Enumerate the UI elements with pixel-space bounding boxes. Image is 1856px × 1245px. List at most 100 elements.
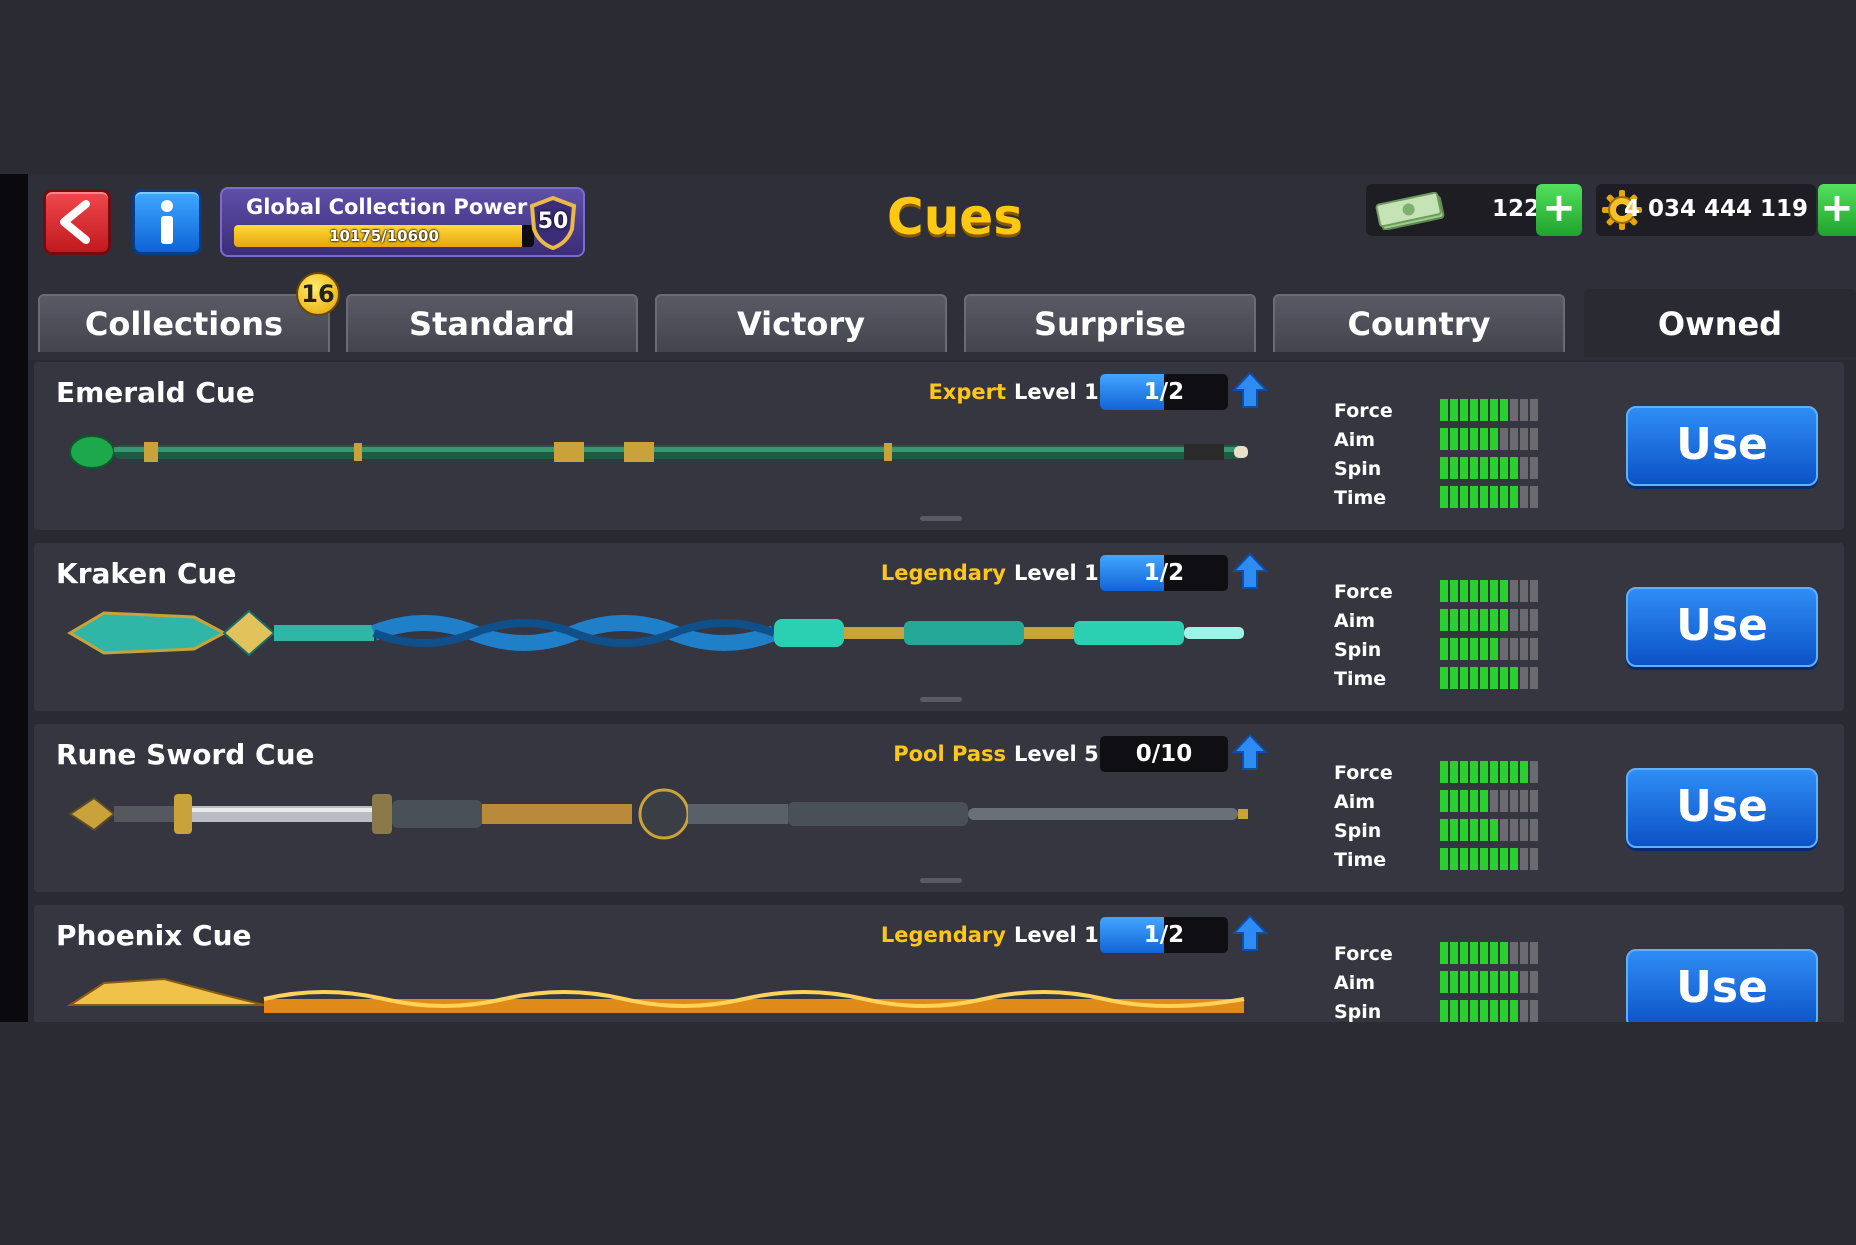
- cue-name: Kraken Cue: [56, 557, 237, 590]
- force-stat-bar: [1440, 580, 1538, 602]
- stat-segment-filled: [1460, 848, 1468, 870]
- stat-segment-filled: [1450, 790, 1458, 812]
- stat-label: Force: [1334, 581, 1393, 603]
- stat-segment-filled: [1450, 761, 1458, 783]
- cash-amount: 122: [1491, 196, 1540, 222]
- spin-stat-bar: [1440, 457, 1538, 479]
- stat-segment-empty: [1530, 638, 1538, 660]
- stat-segment-empty: [1520, 486, 1528, 508]
- use-button[interactable]: Use: [1626, 587, 1818, 667]
- stat-segment-filled: [1510, 457, 1518, 479]
- tab-victory[interactable]: Victory: [655, 294, 947, 352]
- aim-stat-bar: [1440, 790, 1538, 812]
- upgrade-arrow-icon[interactable]: [1230, 370, 1270, 410]
- tab-standard[interactable]: Standard: [346, 294, 638, 352]
- stat-time: Time: [1334, 664, 1538, 693]
- stat-label: Spin: [1334, 1001, 1382, 1022]
- cue-list[interactable]: Emerald Cue Expert Level 1 1/2 Force Aim…: [28, 360, 1856, 1022]
- stat-segment-filled: [1510, 667, 1518, 689]
- stat-segment-filled: [1490, 428, 1498, 450]
- stat-aim: Aim: [1334, 425, 1538, 454]
- stat-segment-filled: [1480, 580, 1488, 602]
- page-title: Cues: [887, 188, 1023, 246]
- cue-level: Level 5: [1014, 742, 1099, 766]
- add-cash-button[interactable]: +: [1536, 184, 1582, 236]
- back-button[interactable]: [43, 189, 111, 255]
- stat-segment-empty: [1520, 942, 1528, 964]
- card-handle: [920, 878, 962, 883]
- cue-level: Level 1: [1014, 380, 1099, 404]
- stat-segment-empty: [1530, 609, 1538, 631]
- force-stat-bar: [1440, 399, 1538, 421]
- stat-segment-empty: [1510, 942, 1518, 964]
- stat-segment-empty: [1530, 580, 1538, 602]
- stat-segment-filled: [1470, 486, 1478, 508]
- stat-segment-filled: [1490, 580, 1498, 602]
- cue-upgrade-progress: 1/2: [1100, 555, 1228, 591]
- stat-segment-filled: [1460, 638, 1468, 660]
- stat-segment-filled: [1440, 428, 1448, 450]
- cue-upgrade-progress: 1/2: [1100, 917, 1228, 953]
- tab-surprise[interactable]: Surprise: [964, 294, 1256, 352]
- tab-collections[interactable]: Collections: [38, 294, 330, 352]
- stat-segment-filled: [1490, 609, 1498, 631]
- stat-segment-empty: [1520, 457, 1528, 479]
- upgrade-arrow-icon[interactable]: [1230, 913, 1270, 953]
- cue-name: Phoenix Cue: [56, 919, 252, 952]
- stat-force: Force: [1334, 577, 1538, 606]
- stat-segment-filled: [1490, 761, 1498, 783]
- use-button[interactable]: Use: [1626, 406, 1818, 486]
- spin-stat-bar: [1440, 1000, 1538, 1022]
- stat-segment-empty: [1520, 790, 1528, 812]
- stat-segment-filled: [1500, 580, 1508, 602]
- stat-segment-filled: [1480, 1000, 1488, 1022]
- stat-segment-empty: [1520, 399, 1528, 421]
- stat-segment-filled: [1490, 848, 1498, 870]
- cue-rarity: Legendary: [880, 923, 1006, 947]
- stat-segment-filled: [1470, 971, 1478, 993]
- stat-segment-empty: [1510, 819, 1518, 841]
- stat-segment-filled: [1500, 942, 1508, 964]
- tab-country[interactable]: Country: [1273, 294, 1565, 352]
- stat-segment-filled: [1440, 1000, 1448, 1022]
- upgrade-arrow-icon[interactable]: [1230, 732, 1270, 772]
- stat-segment-filled: [1450, 457, 1458, 479]
- force-stat-bar: [1440, 942, 1538, 964]
- cash-icon: [1375, 192, 1445, 230]
- add-coins-button[interactable]: +: [1818, 184, 1856, 236]
- stat-segment-filled: [1470, 819, 1478, 841]
- stat-segment-filled: [1450, 848, 1458, 870]
- cash-display: 122: [1366, 184, 1546, 236]
- stat-segment-filled: [1470, 609, 1478, 631]
- cue-card-phoenix: Phoenix Cue Legendary Level 1 1/2 Force: [32, 903, 1846, 1022]
- upgrade-arrow-icon[interactable]: [1230, 551, 1270, 591]
- cue-upgrade-value: 1/2: [1143, 922, 1185, 948]
- stat-segment-filled: [1480, 848, 1488, 870]
- stat-segment-empty: [1530, 761, 1538, 783]
- stat-segment-empty: [1510, 638, 1518, 660]
- stat-segment-filled: [1470, 761, 1478, 783]
- info-button[interactable]: [132, 189, 202, 255]
- global-collection-power[interactable]: Global Collection Power 10175/10600 50: [220, 187, 585, 257]
- stat-segment-filled: [1440, 638, 1448, 660]
- stat-segment-filled: [1470, 428, 1478, 450]
- stat-segment-filled: [1480, 609, 1488, 631]
- cue-card-kraken: Kraken Cue Legendary Level 1 1/2 Force A…: [32, 541, 1846, 713]
- stat-segment-filled: [1480, 761, 1488, 783]
- cue-upgrade-value: 0/10: [1135, 741, 1193, 767]
- tab-owned[interactable]: Owned: [1584, 289, 1856, 357]
- stat-segment-filled: [1510, 1000, 1518, 1022]
- stat-segment-empty: [1530, 848, 1538, 870]
- stat-segment-filled: [1440, 486, 1448, 508]
- stat-segment-empty: [1520, 609, 1528, 631]
- stat-segment-filled: [1480, 790, 1488, 812]
- use-button[interactable]: Use: [1626, 768, 1818, 848]
- stat-segment-filled: [1440, 819, 1448, 841]
- use-button[interactable]: Use: [1626, 949, 1818, 1022]
- stat-time: Time: [1334, 845, 1538, 874]
- stat-segment-filled: [1490, 1000, 1498, 1022]
- stat-segment-filled: [1500, 609, 1508, 631]
- stat-label: Time: [1334, 668, 1387, 690]
- stat-spin: Spin: [1334, 635, 1538, 664]
- stat-segment-filled: [1440, 971, 1448, 993]
